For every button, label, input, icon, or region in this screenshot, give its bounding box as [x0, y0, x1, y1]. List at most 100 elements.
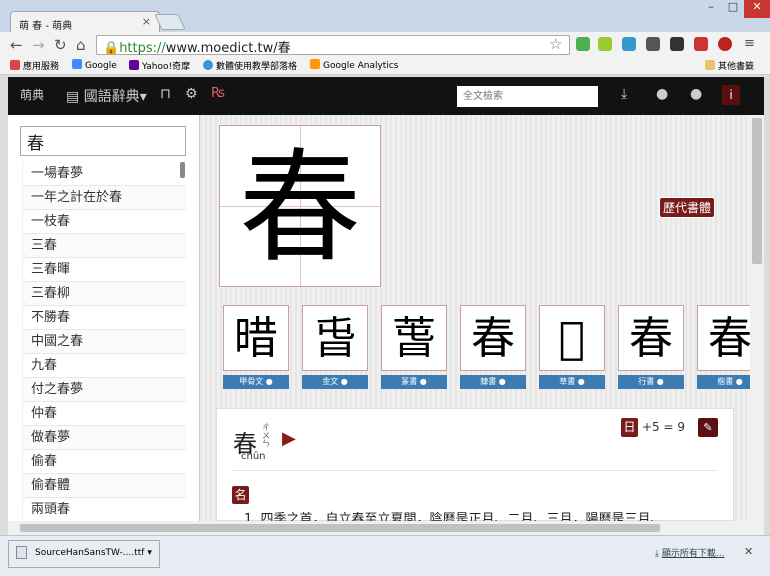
script-glyph: 旾 [302, 305, 368, 371]
extension-icon[interactable] [598, 37, 612, 51]
list-item[interactable]: 不勝春 [22, 306, 186, 330]
url-text: www.moedict.tw/春 [165, 41, 291, 56]
bookmark-yahoo[interactable]: Yahoo!奇摩 [129, 59, 190, 72]
minimize-button[interactable]: – [700, 0, 722, 18]
chevron-down-icon: ▾ [147, 548, 152, 558]
list-item[interactable]: 三春 [22, 234, 186, 258]
list-item[interactable]: 仲春 [22, 402, 186, 426]
google-icon [72, 59, 82, 69]
script-label[interactable]: 隸書 ● [460, 375, 526, 389]
script-tile[interactable]: 春隸書 ● [460, 305, 526, 391]
script-glyph: 萅 [381, 305, 447, 371]
download-icon[interactable]: ⤓ [621, 86, 627, 102]
script-label[interactable]: 行書 ● [618, 375, 684, 389]
script-glyph: 𣈏 [223, 305, 289, 371]
script-glyph: 春 [618, 305, 684, 371]
apple-icon[interactable]: ● [690, 86, 702, 102]
yahoo-icon [129, 60, 139, 70]
bookmark-blog[interactable]: 數體使用教學部落格 [203, 59, 297, 72]
lock-icon: 🔒 [103, 41, 120, 56]
suggestion-list: 一場春夢 一年之計在於春 一枝春 三春 三春暉 三春柳 不勝春 中國之春 九春 付之春夢 仲春 做春夢… [22, 162, 186, 522]
download-ext-icon[interactable] [576, 37, 590, 51]
script-label[interactable]: 篆書 ● [381, 375, 447, 389]
stroke-count: +5 = 9 [642, 420, 686, 434]
horizontal-thumb[interactable] [20, 524, 660, 532]
edit-pencil-icon[interactable]: ✎ [698, 418, 718, 437]
list-item[interactable]: 一枝春 [22, 210, 186, 234]
script-glyph: 𠳮 [539, 305, 605, 371]
radical-badge[interactable]: 日 [621, 418, 638, 437]
list-item[interactable]: 九春 [22, 354, 186, 378]
book-icon: ▤ [66, 89, 80, 105]
extension-icon[interactable] [718, 37, 732, 51]
script-label[interactable]: 金文 ● [302, 375, 368, 389]
browser-tab[interactable]: 萌 春 - 萌典 × [10, 11, 160, 33]
bookmark-analytics[interactable]: Google Analytics [310, 59, 398, 71]
bookmark-apps[interactable]: 應用服務 [10, 59, 59, 72]
fulltext-search-input[interactable] [457, 86, 598, 107]
reload-icon[interactable]: ↻ [54, 36, 67, 54]
tab-close-icon[interactable]: × [142, 15, 151, 28]
query-input[interactable]: 春 [20, 126, 186, 156]
list-item[interactable]: 偷春體 [22, 474, 186, 498]
character-card: 春 [219, 125, 381, 287]
script-label[interactable]: 甲骨文 ● [223, 375, 289, 389]
caret-icon: ▾ [139, 89, 147, 105]
home-icon[interactable]: ⌂ [76, 36, 86, 54]
menu-icon[interactable]: ≡ [744, 36, 755, 51]
pinyin: chūn [241, 451, 266, 462]
big-character: 春 [239, 137, 361, 279]
list-item[interactable]: 偷春 [22, 450, 186, 474]
script-tile[interactable]: 萅篆書 ● [381, 305, 447, 391]
script-tile[interactable]: 春行書 ● [618, 305, 684, 391]
download-filename: SourceHanSansTW-....ttf [35, 548, 145, 558]
bookmark-icon[interactable]: ⊓ [160, 86, 171, 102]
script-glyph: 春 [460, 305, 526, 371]
translate-icon[interactable] [622, 37, 636, 51]
info-icon[interactable]: i [722, 85, 740, 105]
script-tile[interactable]: 𣈏 甲骨文 ● [223, 305, 289, 391]
maximize-button[interactable]: □ [722, 0, 744, 18]
forward-icon[interactable]: → [32, 36, 45, 54]
back-icon[interactable]: ← [10, 36, 23, 54]
analytics-icon [310, 59, 320, 69]
download-arrow-icon: ⤓ [655, 549, 659, 559]
download-item[interactable]: SourceHanSansTW-....ttf ▾ [8, 540, 160, 568]
list-item[interactable]: 付之春夢 [22, 378, 186, 402]
script-tile[interactable]: 𠳮 草書 ● [539, 305, 605, 391]
zhuyin: ㄔㄨㄣ [262, 423, 270, 448]
url-scheme: https:// [119, 41, 166, 56]
extension-icon[interactable] [670, 37, 684, 51]
other-bookmarks[interactable]: 其他書籤 [705, 59, 754, 72]
android-icon[interactable]: ● [656, 86, 668, 102]
play-audio-icon[interactable]: ▶ [282, 428, 296, 449]
extension-icon[interactable] [694, 37, 708, 51]
part-of-speech-badge: 名 [232, 486, 249, 504]
bookmark-star-icon[interactable]: ☆ [549, 35, 562, 53]
bookmark-google[interactable]: Google [72, 59, 117, 71]
divider [232, 470, 718, 471]
show-all-downloads-link[interactable]: ⤓ 顯示所有下載... [655, 546, 724, 559]
list-item[interactable]: 兩頭春 [22, 498, 186, 522]
script-label[interactable]: 草書 ● [539, 375, 605, 389]
list-scrollbar[interactable] [180, 162, 185, 178]
dictionary-menu[interactable]: ▤ 國語辭典▾ [66, 86, 147, 106]
list-item[interactable]: 一年之計在於春 [22, 186, 186, 210]
folder-icon [705, 60, 715, 70]
history-scripts-button[interactable]: 歷代書體 [659, 197, 716, 218]
list-item[interactable]: 一場春夢 [22, 162, 186, 186]
close-shelf-icon[interactable]: ✕ [744, 545, 753, 558]
script-tile[interactable]: 旾金文 ● [302, 305, 368, 391]
list-item[interactable]: 三春柳 [22, 282, 186, 306]
close-window-button[interactable]: ✕ [744, 0, 770, 18]
list-item[interactable]: 三春暉 [22, 258, 186, 282]
list-item[interactable]: 中國之春 [22, 330, 186, 354]
site-logo[interactable]: 萌典 [20, 86, 44, 103]
font-icon[interactable]: ₨ [211, 86, 225, 101]
scroll-thumb[interactable] [752, 118, 762, 264]
address-bar[interactable]: 🔒https://www.moedict.tw/春 [96, 35, 570, 56]
settings-icon[interactable]: ⚙ [185, 86, 198, 102]
tab-title: 萌 春 - 萌典 [19, 21, 73, 32]
list-item[interactable]: 做春夢 [22, 426, 186, 450]
extension-icon[interactable] [646, 37, 660, 51]
